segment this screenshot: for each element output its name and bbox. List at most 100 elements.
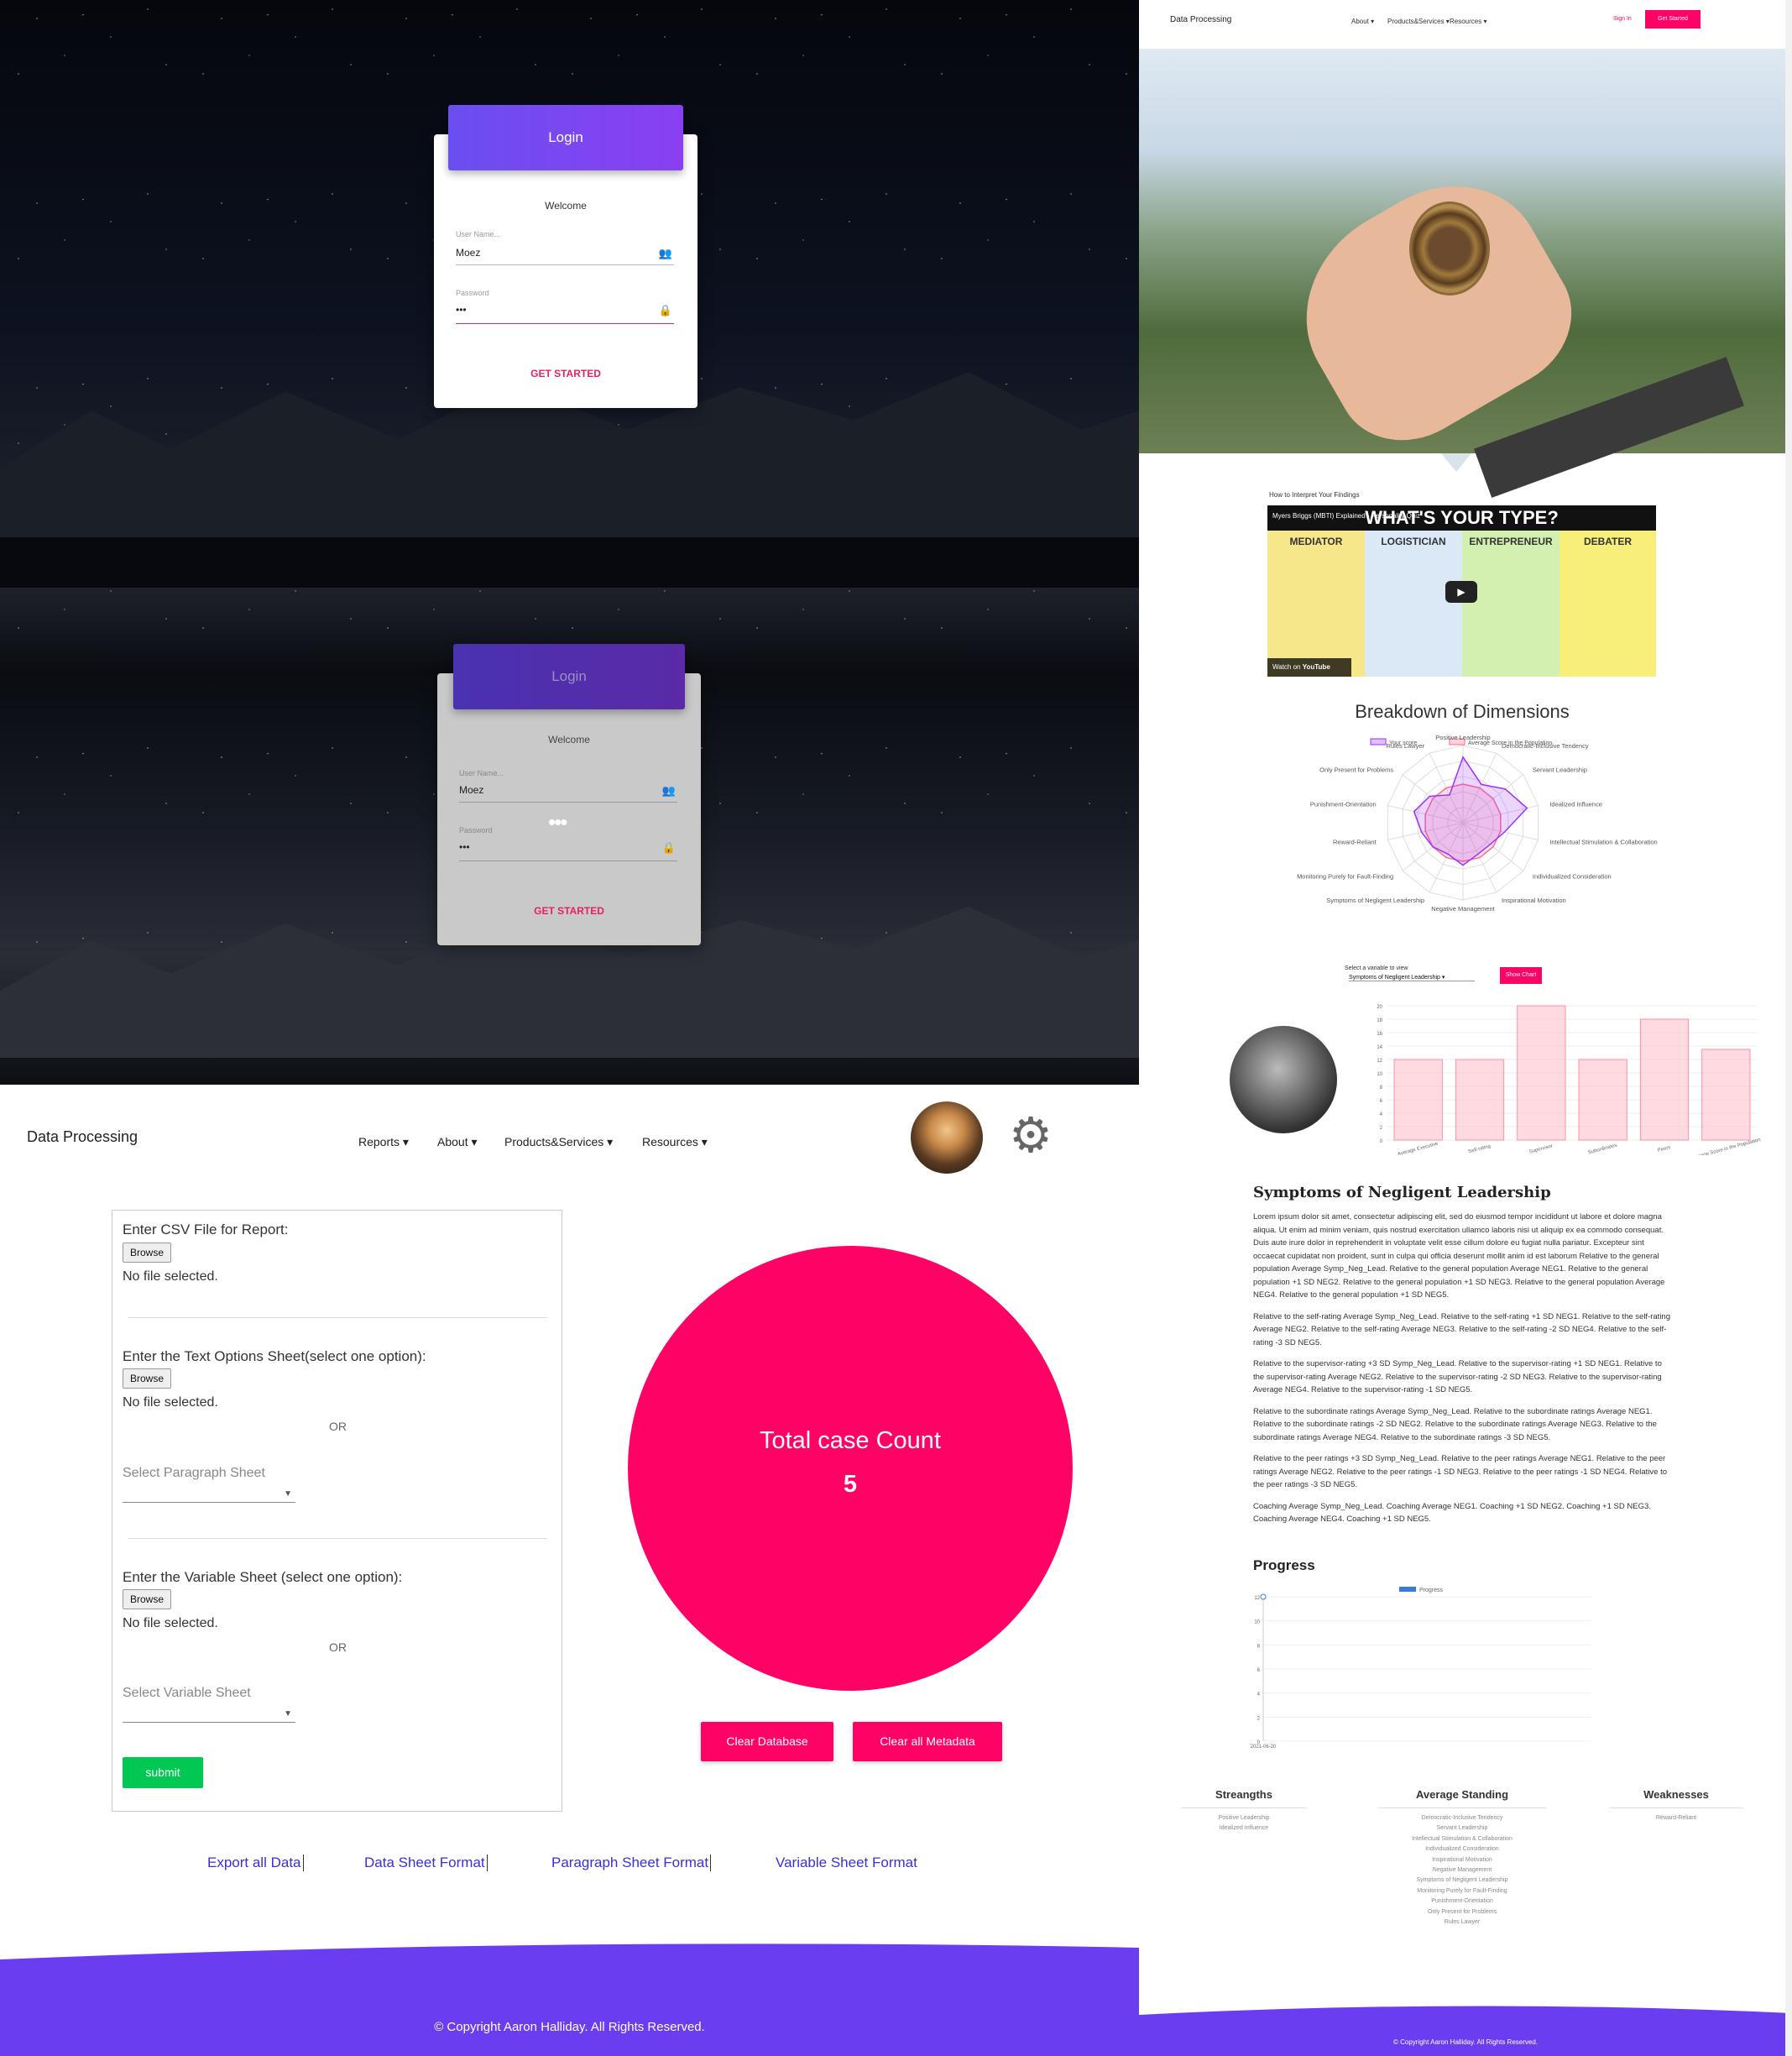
bar-ytick: 8 [1380,1086,1383,1091]
panel-label: MEDIATOR [1289,536,1343,547]
case-count-value: 5 [843,1471,858,1498]
variable-sheet-select-label: Select Variable Sheet [123,1686,251,1700]
summary-item: Inspirational Motivation [1432,1856,1492,1863]
login-header: Login [453,644,685,709]
variable-sheet-select[interactable]: ▼ [123,1706,295,1723]
nav-products[interactable]: Products&Services ▾ [1387,18,1450,25]
footer-copyright: © Copyright Aaron Halliday. All Rights R… [434,2020,705,2034]
radar-axis-label: Rules Lawyer [1387,742,1425,750]
variable-file-status: No file selected. [123,1616,218,1630]
user-avatar[interactable] [911,1101,983,1174]
weaknesses-list: Reward-Reliant [1609,1813,1743,1823]
watch-on-youtube[interactable]: Watch on YouTube [1267,658,1351,677]
bar-xtick: Subordinates [1588,1143,1618,1155]
get-started-button[interactable]: GET STARTED [437,905,701,917]
divider [128,1538,547,1539]
scrollbar[interactable] [1785,0,1792,2056]
nav-about[interactable]: About ▾ [1351,18,1374,25]
username-value: Moez [456,247,481,259]
variable-browse-button[interactable]: Browse [123,1589,172,1609]
section-paragraph: Coaching Average Symp_Neg_Lead. Coaching… [1253,1501,1651,1525]
bar-ytick: 16 [1377,1032,1382,1037]
radar-series-your-score [1413,756,1528,866]
bar [1393,1059,1443,1141]
section-title: Symptoms of Negligent Leadership [1253,1184,1551,1201]
video-panel-2: LOGISTICIAN [1365,531,1462,677]
submit-button[interactable]: submit [123,1757,203,1788]
strengths-title: Streangths [1181,1788,1307,1808]
summary-item: Negative Management [1432,1867,1492,1874]
divider [128,1317,547,1318]
show-chart-button[interactable]: Show Chart [1500,967,1542,984]
username-value: Moez [459,784,484,796]
signin-link[interactable]: Sign In [1613,16,1632,22]
people-icon: 👥 [658,247,672,259]
summary-item: Only Present for Problems [1427,1908,1497,1915]
bar-ytick: 14 [1377,1045,1382,1050]
panel-label: DEBATER [1583,536,1633,547]
login-background: Welcome User Name... Moez 👥 Password •••… [0,0,1139,1085]
csv-browse-button[interactable]: Browse [123,1242,172,1263]
summary-item: Servant Leadership [1436,1825,1488,1832]
variable-select-value: Symptoms of Negligent Leadership [1349,975,1440,981]
nav-resources[interactable]: Resources ▾ [642,1135,708,1149]
summary-item: Rules Lawyer [1444,1919,1481,1926]
username-label: User Name... [456,230,501,238]
progress-xtick: 2021-06-20 [1251,1745,1277,1748]
progress-legend-swatch [1399,1587,1416,1592]
section-paragraph: Lorem ipsum dolor sit amet, consectetur … [1253,1212,1665,1300]
section-paragraph: Relative to the peer ratings +3 SD Symp_… [1253,1454,1668,1489]
video-panel-3: ENTREPRENEUR [1462,531,1560,677]
clear-metadata-button[interactable]: Clear all Metadata [853,1722,1002,1761]
password-field[interactable]: ••• 🔒 [459,841,677,861]
hero-image [1139,49,1785,498]
progress-ytick: 2 [1257,1716,1261,1721]
password-field[interactable]: ••• 🔒 [456,304,674,324]
nav-reports[interactable]: Reports ▾ [358,1135,409,1149]
welcome-text: Welcome [545,200,587,212]
radar-axis-label: Reward-Reliant [1333,839,1377,846]
bar-xtick: Supervisor [1528,1143,1553,1154]
paragraph-sheet-format-link[interactable]: Paragraph Sheet Format [551,1855,712,1871]
password-label: Password [459,826,493,834]
data-sheet-format-link[interactable]: Data Sheet Format [364,1855,488,1871]
clear-database-button[interactable]: Clear Database [701,1722,833,1761]
progress-ytick: 10 [1254,1620,1260,1625]
video-embed[interactable]: WHAT'S YOUR TYPE? Myers Briggs (MBTI) Ex… [1267,505,1656,677]
dimensions-title: Breakdown of Dimensions [1355,701,1570,722]
password-value: ••• [456,304,467,316]
summary-item: Intellectual Stimulation & Collaboration [1412,1835,1512,1842]
summary-item: Individualized Consideration [1425,1846,1499,1853]
variable-sheet-format-link[interactable]: Variable Sheet Format [776,1855,917,1871]
video-panel-4: DEBATER [1560,531,1656,677]
summary-item: Reward-Reliant [1655,1815,1697,1821]
footer-wave [0,1944,1139,2056]
summary-item: Democratic-Inclusive Tendency [1421,1815,1503,1821]
nav-products[interactable]: Products&Services ▾ [504,1135,613,1149]
nav-about[interactable]: About ▾ [437,1135,478,1149]
login-header: Login [448,105,683,170]
paragraph-sheet-select[interactable]: ▼ [123,1486,295,1503]
nav-resources[interactable]: Resources ▾ [1450,18,1486,25]
hand-shape [1269,151,1596,467]
youtube-logo: YouTube [1302,663,1330,671]
bar-xtick: Average Executive [1398,1142,1439,1155]
username-field[interactable]: Moez 👥 [459,784,677,803]
section-body: Lorem ipsum dolor sit amet, consectetur … [1253,1211,1673,1535]
radar-axis-label: Monitoring Purely for Fault-Finding [1297,873,1393,881]
get-started-button[interactable]: GET STARTED [434,368,697,379]
summary-item: Punishment-Orientation [1431,1898,1493,1905]
upload-form: Enter CSV File for Report: Browse No fil… [112,1210,562,1812]
average-column: Average Standing Democratic-Inclusive Te… [1378,1788,1546,1928]
bar [1639,1018,1690,1141]
play-icon[interactable]: ▶ [1445,581,1477,603]
text-options-browse-button[interactable]: Browse [123,1368,172,1389]
variable-select[interactable]: Symptoms of Negligent Leadership ▾ [1349,974,1475,981]
get-started-button[interactable]: Get Started [1645,10,1701,29]
bar-ytick: 6 [1380,1099,1383,1104]
gear-icon[interactable]: ⚙ [1009,1110,1053,1162]
chevron-down-icon: ▼ [284,1709,292,1719]
username-field[interactable]: Moez 👥 [456,247,674,265]
summary-item: Positive Leadership [1218,1815,1270,1821]
export-all-data-link[interactable]: Export all Data [207,1855,304,1871]
